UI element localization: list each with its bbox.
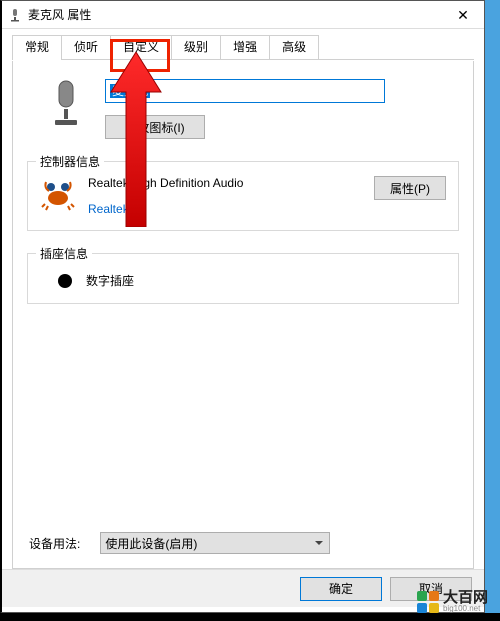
device-name-input[interactable]: 麦克风 [105,79,385,103]
controller-row: Realtek High Definition Audio Realtek 属性… [40,176,446,216]
controller-properties-label: 属性(P) [390,182,430,196]
logo-squares-icon [417,591,439,613]
realtek-crab-icon [40,176,76,212]
change-icon-label: 更改图标(I) [125,121,184,135]
controller-name: Realtek High Definition Audio [88,176,362,190]
close-icon: ✕ [457,7,469,24]
ok-button[interactable]: 确定 [300,577,382,601]
controller-text: Realtek High Definition Audio Realtek [88,176,362,216]
device-name-value: 麦克风 [110,84,150,98]
tab-listen-label: 侦听 [74,40,98,54]
window-body: 常规 侦听 自定义 级别 增强 高级 麦克风 更改图标(I) [2,29,484,569]
controller-groupbox: 控制器信息 Realtek High Definition Audio Real… [27,161,459,231]
device-usage-selected: 使用此设备(启用) [105,537,197,551]
tabstrip: 常规 侦听 自定义 级别 增强 高级 [12,35,474,61]
titlebar: 麦克风 属性 ✕ [2,1,484,29]
page-bg-right [485,0,500,621]
device-usage-label: 设备用法: [29,535,80,552]
change-icon-button[interactable]: 更改图标(I) [105,115,205,139]
tab-general[interactable]: 常规 [12,35,62,60]
tab-custom[interactable]: 自定义 [111,35,172,59]
jack-label: 数字插座 [86,272,134,289]
tab-panel: 麦克风 更改图标(I) 控制器信息 Realtek Hi [12,61,474,569]
jack-groupbox: 插座信息 数字插座 [27,253,459,304]
logo-url: big100.net [443,605,488,613]
controller-legend: 控制器信息 [36,153,104,170]
page-bg-bottom [0,613,500,621]
device-usage-row: 设备用法: 使用此设备(启用) [29,532,330,554]
window-title: 麦克风 属性 [28,6,91,23]
controller-vendor: Realtek [88,202,362,216]
tab-custom-label: 自定义 [123,40,159,54]
tab-levels-label: 级别 [184,40,208,54]
device-header-row: 麦克风 更改图标(I) [47,79,459,139]
jack-row: 数字插座 [58,272,446,289]
microphone-icon [8,8,22,22]
tab-listen[interactable]: 侦听 [62,35,111,59]
device-usage-select[interactable]: 使用此设备(启用) [100,532,330,554]
tab-underline [12,59,474,60]
tab-advanced-label: 高级 [282,40,306,54]
jack-legend: 插座信息 [36,245,92,262]
watermark-logo: 大百网 big100.net [417,590,488,613]
device-name-column: 麦克风 更改图标(I) [105,79,459,139]
tab-general-label: 常规 [25,40,49,54]
tab-enhance[interactable]: 增强 [221,35,270,59]
controller-properties-button[interactable]: 属性(P) [374,176,446,200]
properties-window: 麦克风 属性 ✕ 常规 侦听 自定义 级别 增强 高级 [0,0,485,613]
ok-label: 确定 [329,582,353,596]
logo-name: 大百网 [443,590,488,605]
close-button[interactable]: ✕ [442,1,484,29]
dialog-footer: 确定 取消 [2,569,484,607]
tab-enhance-label: 增强 [233,40,257,54]
logo-text: 大百网 big100.net [443,590,488,613]
tab-levels[interactable]: 级别 [172,35,221,59]
jack-color-icon [58,274,72,288]
tab-advanced[interactable]: 高级 [270,35,319,59]
microphone-large-icon [47,79,85,131]
